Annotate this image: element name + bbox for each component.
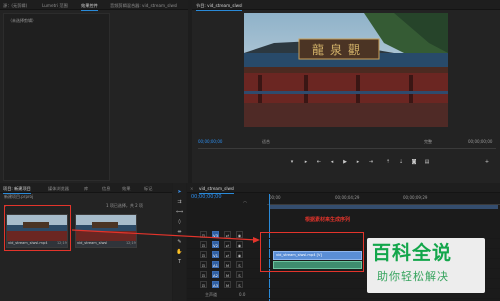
watermark-title: 百科全说 <box>372 242 453 264</box>
watermark-subtitle: 助你轻松解决 <box>377 270 449 283</box>
watermark-logo: 百科全说 助你轻松解决 <box>367 238 485 293</box>
